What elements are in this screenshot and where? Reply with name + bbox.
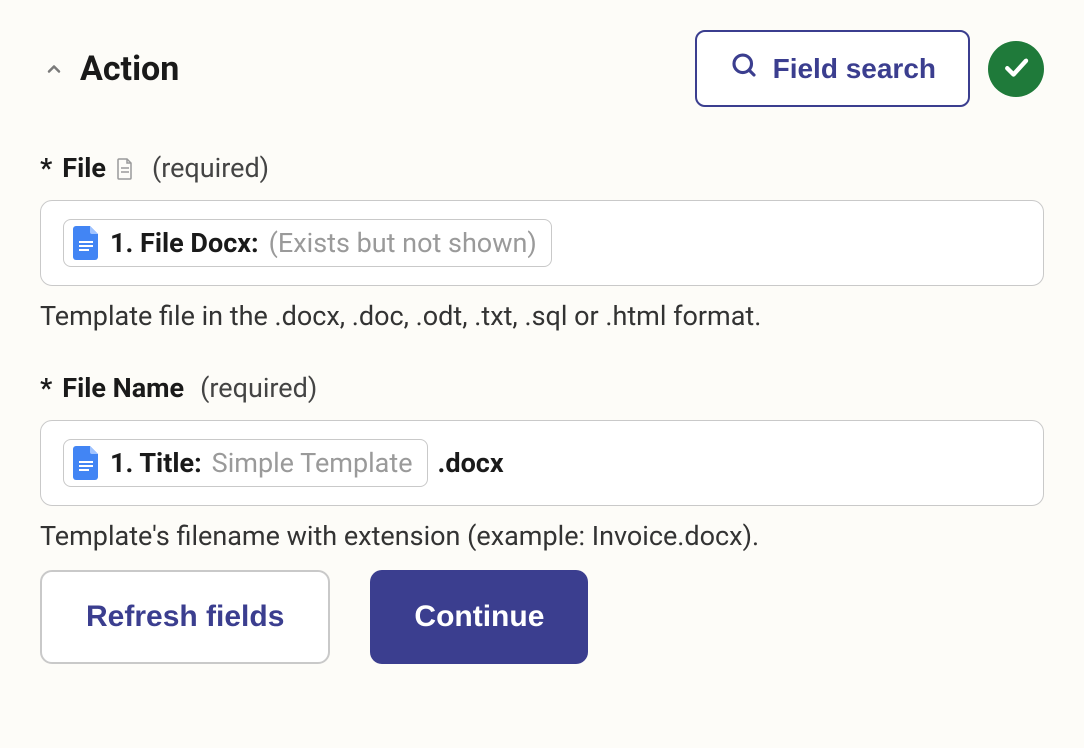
section-title: Action: [80, 49, 695, 89]
token-value: (Exists but not shown): [269, 227, 537, 259]
filename-field-group: * File Name (required) 1. Title: Simple …: [40, 372, 1044, 664]
chevron-up-icon[interactable]: [40, 55, 68, 83]
field-search-label: Field search: [773, 53, 936, 85]
file-label-row: * File (required): [40, 152, 1044, 184]
status-success-badge: [988, 41, 1044, 97]
required-text: (required): [200, 372, 317, 404]
section-header: Action Field search: [40, 30, 1044, 107]
document-outline-icon: [116, 158, 136, 178]
file-help-text: Template file in the .docx, .doc, .odt, …: [40, 300, 1044, 332]
google-doc-icon: [72, 446, 100, 480]
continue-button[interactable]: Continue: [370, 570, 588, 664]
filename-help-text: Template's filename with extension (exam…: [40, 520, 1044, 552]
filename-input[interactable]: 1. Title: Simple Template .docx: [40, 420, 1044, 506]
check-icon: [1001, 52, 1031, 86]
field-search-button[interactable]: Field search: [695, 30, 970, 107]
filename-token[interactable]: 1. Title: Simple Template: [63, 439, 428, 487]
google-doc-icon: [72, 226, 100, 260]
file-field-group: * File (required) 1. File Docx: (Exists …: [40, 152, 1044, 332]
filename-label-row: * File Name (required): [40, 372, 1044, 404]
button-row: Refresh fields Continue: [40, 570, 1044, 664]
file-label: File: [62, 152, 106, 184]
token-label: 1. File Docx:: [110, 227, 259, 259]
filename-label: File Name: [62, 372, 184, 404]
refresh-fields-button[interactable]: Refresh fields: [40, 570, 330, 664]
file-token[interactable]: 1. File Docx: (Exists but not shown): [63, 219, 552, 267]
search-icon: [729, 50, 759, 87]
filename-suffix: .docx: [438, 447, 504, 479]
required-asterisk: *: [40, 152, 52, 184]
token-label: 1. Title:: [110, 447, 202, 479]
required-asterisk: *: [40, 372, 52, 404]
required-text: (required): [152, 152, 269, 184]
file-input[interactable]: 1. File Docx: (Exists but not shown): [40, 200, 1044, 286]
token-value: Simple Template: [212, 447, 413, 479]
